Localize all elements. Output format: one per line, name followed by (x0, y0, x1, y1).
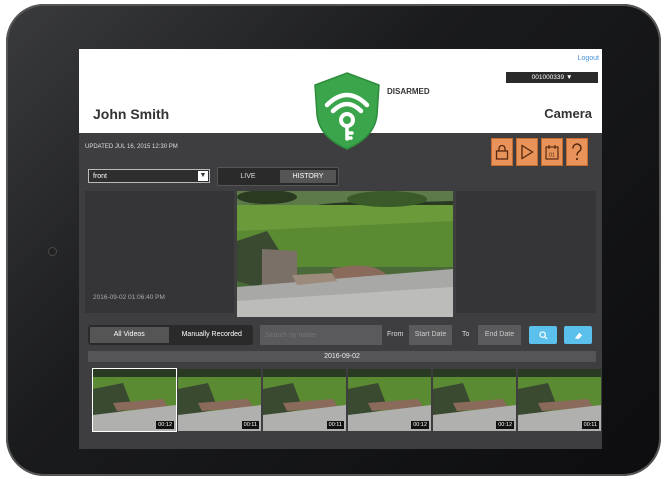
calendar-icon: 01 (545, 145, 559, 160)
start-date-field[interactable]: Start Date (409, 325, 452, 345)
camera-select-value: front (93, 173, 108, 180)
video-duration: 00:11 (326, 421, 344, 429)
video-duration: 00:11 (241, 421, 259, 429)
help-icon (572, 143, 582, 161)
video-thumbnail-list: 00:12Enter video name00:11Enter video na… (92, 368, 602, 449)
video-thumbnail[interactable]: 00:11Enter video name (518, 369, 601, 431)
search-button[interactable] (529, 326, 557, 344)
video-thumbnail[interactable]: 00:12Enter video name (433, 369, 516, 431)
lock-icon (495, 144, 509, 160)
video-filter-bar: All Videos Manually Recorded From Start … (88, 325, 598, 345)
security-status: DISARMED (387, 87, 430, 96)
chevron-down-icon: ▼ (198, 171, 208, 181)
app-screen: Logout 001000339 ▼ John Smith DISARMED C… (79, 49, 602, 449)
page-title: Camera (544, 106, 592, 121)
camera-select[interactable]: front ▼ (88, 169, 210, 183)
all-videos-button[interactable]: All Videos (90, 327, 169, 343)
last-updated-text: UPDATED JUL 16, 2015 12:30 PM (85, 144, 178, 150)
date-group-header: 2016-09-02 (88, 351, 596, 362)
control-buttons: 01 (491, 138, 588, 166)
video-timestamp: 2016-09-02 01:06:40 PM (93, 294, 165, 301)
manually-recorded-button[interactable]: Manually Recorded (173, 327, 252, 343)
video-thumbnail[interactable]: 00:12Enter video name (348, 369, 431, 431)
clear-filter-button[interactable] (564, 326, 592, 344)
video-thumbnail[interactable]: 00:12Enter video name (92, 368, 177, 432)
play-icon (521, 144, 534, 160)
calendar-button[interactable]: 01 (541, 138, 563, 166)
play-button[interactable] (516, 138, 538, 166)
shield-logo-icon (314, 72, 380, 150)
next-clip-panel (456, 191, 596, 313)
video-thumbnail[interactable]: 00:11Enter video name (178, 369, 261, 431)
end-date-field[interactable]: End Date (478, 325, 521, 345)
video-duration: 00:12 (496, 421, 514, 429)
lock-button[interactable] (491, 138, 513, 166)
eraser-icon (574, 332, 582, 339)
video-duration: 00:12 (156, 421, 174, 429)
main-video-player[interactable] (237, 191, 453, 317)
search-icon (538, 330, 548, 340)
logout-link[interactable]: Logout (578, 55, 599, 62)
user-name: John Smith (93, 106, 170, 122)
video-thumbnail[interactable]: 00:11Enter video name (263, 369, 346, 431)
video-duration: 00:11 (581, 421, 599, 429)
view-mode-toggle: LIVE HISTORY (217, 167, 339, 186)
video-duration: 00:12 (411, 421, 429, 429)
to-label: To (462, 331, 470, 338)
previous-clip-panel: 2016-09-02 01:06:40 PM (85, 191, 234, 313)
svg-text:01: 01 (549, 153, 555, 159)
device-selector[interactable]: 001000339 ▼ (506, 72, 598, 83)
from-label: From (387, 331, 404, 338)
search-input[interactable] (260, 325, 382, 345)
front-camera-lens (48, 247, 57, 256)
help-button[interactable] (566, 138, 588, 166)
video-type-toggle: All Videos Manually Recorded (88, 325, 253, 345)
tab-history[interactable]: HISTORY (280, 170, 336, 183)
tab-live[interactable]: LIVE (220, 170, 276, 183)
